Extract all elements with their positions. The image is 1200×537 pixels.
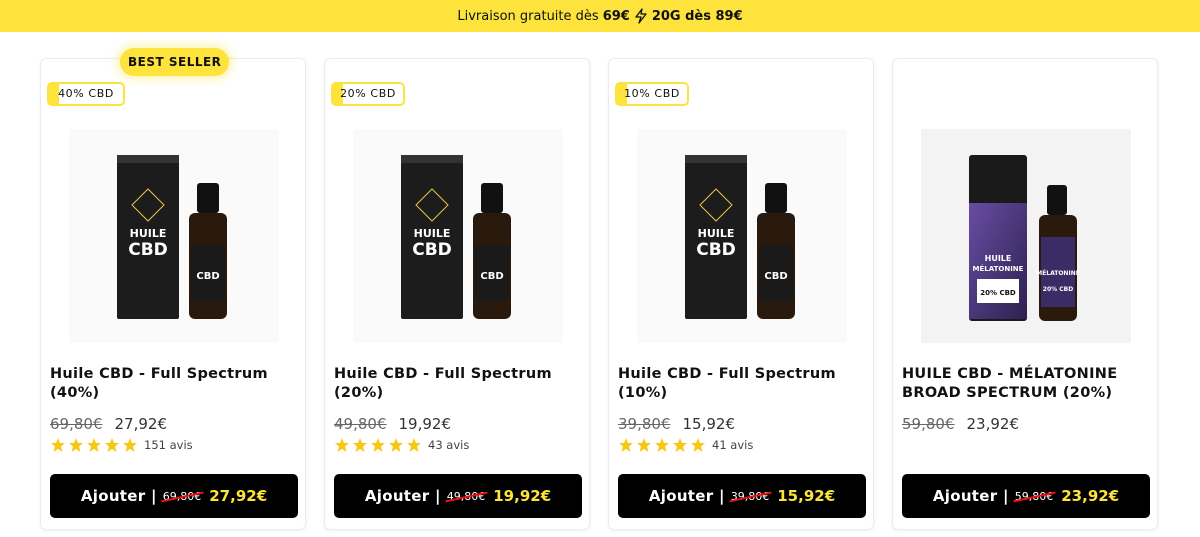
star-icon xyxy=(691,438,705,452)
huile-cbd-full-spectrum-bottle-icon[interactable]: HUILE CBD CBD xyxy=(353,129,563,343)
svg-text:20% CBD: 20% CBD xyxy=(1043,286,1073,293)
svg-text:CBD: CBD xyxy=(764,271,787,282)
old-price: 69,80€ xyxy=(50,415,103,433)
product-title[interactable]: Huile CBD - Full Spectrum (40%) xyxy=(50,365,300,403)
svg-text:HUILE: HUILE xyxy=(414,227,451,240)
button-sale-price: 15,92€ xyxy=(777,487,836,505)
button-old-price: 39,80€ xyxy=(730,489,770,503)
star-icon xyxy=(655,438,669,452)
sale-price: 23,92€ xyxy=(966,415,1020,433)
old-price: 49,80€ xyxy=(334,415,387,433)
button-old-price: 69,80€ xyxy=(162,489,202,503)
product-title[interactable]: Huile CBD - Full Spectrum (20%) xyxy=(334,365,584,403)
huile-cbd-full-spectrum-bottle-icon[interactable]: HUILE CBD CBD xyxy=(69,129,279,343)
price-row: 69,80€ 27,92€ xyxy=(50,415,167,433)
add-to-cart-button[interactable]: Ajouter | 69,80€ 27,92€ xyxy=(50,474,298,518)
cbd-percentage-tag: 40% CBD xyxy=(47,82,125,106)
add-button-label: Ajouter | xyxy=(932,487,1009,505)
price-row: 39,80€ 15,92€ xyxy=(618,415,735,433)
button-old-price: 59,80€ xyxy=(1014,489,1054,503)
review-count[interactable]: 43 avis xyxy=(428,438,469,452)
price-row: 59,80€ 23,92€ xyxy=(902,415,1019,433)
star-rating: 41 avis xyxy=(618,437,753,453)
old-price: 59,80€ xyxy=(902,415,955,433)
cbd-percentage-tag: 20% CBD xyxy=(331,82,405,106)
button-sale-price: 23,92€ xyxy=(1061,487,1120,505)
old-price: 39,80€ xyxy=(618,415,671,433)
star-rating: 151 avis xyxy=(50,437,193,453)
svg-text:CBD: CBD xyxy=(696,240,736,260)
star-icon xyxy=(353,438,367,452)
sale-price: 19,92€ xyxy=(398,415,452,433)
product-card[interactable]: 20% CBD HUILE CBD CBD Huile CBD - Full S… xyxy=(324,58,590,530)
product-title[interactable]: Huile CBD - Full Spectrum (10%) xyxy=(618,365,868,403)
promo-amount: 69€ xyxy=(602,8,630,24)
star-icon xyxy=(51,438,65,452)
huile-cbd-full-spectrum-bottle-icon[interactable]: HUILE CBD CBD xyxy=(637,129,847,343)
add-button-label: Ajouter | xyxy=(648,487,725,505)
huile-melatonine-bottle-icon[interactable]: HUILE MÉLATONINE 20% CBD MÉLATONINE 20% … xyxy=(921,129,1131,343)
star-icon xyxy=(371,438,385,452)
promo-text-before: Livraison gratuite dès xyxy=(457,8,599,24)
add-button-label: Ajouter | xyxy=(364,487,441,505)
cbd-percentage-tag: 10% CBD xyxy=(615,82,689,106)
star-icon xyxy=(335,438,349,452)
star-icon xyxy=(105,438,119,452)
promo-banner: Livraison gratuite dès 69€ 20G dès 89€ xyxy=(0,0,1200,32)
button-sale-price: 27,92€ xyxy=(209,487,268,505)
star-icon xyxy=(637,438,651,452)
svg-text:CBD: CBD xyxy=(128,240,168,260)
star-icon xyxy=(673,438,687,452)
add-to-cart-button[interactable]: Ajouter | 49,80€ 19,92€ xyxy=(334,474,582,518)
star-icon xyxy=(407,438,421,452)
star-icon xyxy=(123,438,137,452)
promo-text-after: 20G dès 89€ xyxy=(651,8,743,24)
svg-text:CBD: CBD xyxy=(412,240,452,260)
product-grid: BEST SELLER 40% CBD HUILE CBD CBD Huile … xyxy=(40,48,1160,530)
lightning-icon xyxy=(635,8,647,24)
product-card[interactable]: 10% CBD HUILE CBD CBD Huile CBD - Full S… xyxy=(608,58,874,530)
price-row: 49,80€ 19,92€ xyxy=(334,415,451,433)
review-count[interactable]: 41 avis xyxy=(712,438,753,452)
product-card[interactable]: BEST SELLER 40% CBD HUILE CBD CBD Huile … xyxy=(40,48,306,530)
product-card[interactable]: HUILE MÉLATONINE 20% CBD MÉLATONINE 20% … xyxy=(892,58,1158,530)
svg-text:MÉLATONINE: MÉLATONINE xyxy=(973,264,1024,273)
sale-price: 27,92€ xyxy=(114,415,168,433)
svg-text:HUILE: HUILE xyxy=(698,227,735,240)
best-seller-badge: BEST SELLER xyxy=(120,48,230,76)
svg-text:HUILE: HUILE xyxy=(130,227,167,240)
svg-text:CBD: CBD xyxy=(196,271,219,282)
add-to-cart-button[interactable]: Ajouter | 59,80€ 23,92€ xyxy=(902,474,1150,518)
star-icon xyxy=(87,438,101,452)
star-icon xyxy=(69,438,83,452)
star-rating: 43 avis xyxy=(334,437,469,453)
svg-text:20% CBD: 20% CBD xyxy=(980,289,1016,297)
sale-price: 15,92€ xyxy=(682,415,736,433)
star-icon xyxy=(389,438,403,452)
svg-text:HUILE: HUILE xyxy=(985,254,1012,263)
star-icon xyxy=(619,438,633,452)
add-to-cart-button[interactable]: Ajouter | 39,80€ 15,92€ xyxy=(618,474,866,518)
add-button-label: Ajouter | xyxy=(80,487,157,505)
review-count[interactable]: 151 avis xyxy=(144,438,193,452)
product-title[interactable]: HUILE CBD - MÉLATONINE BROAD SPECTRUM (2… xyxy=(902,365,1152,403)
svg-text:CBD: CBD xyxy=(480,271,503,282)
button-sale-price: 19,92€ xyxy=(493,487,552,505)
button-old-price: 49,80€ xyxy=(446,489,486,503)
svg-text:MÉLATONINE: MÉLATONINE xyxy=(1036,269,1080,277)
